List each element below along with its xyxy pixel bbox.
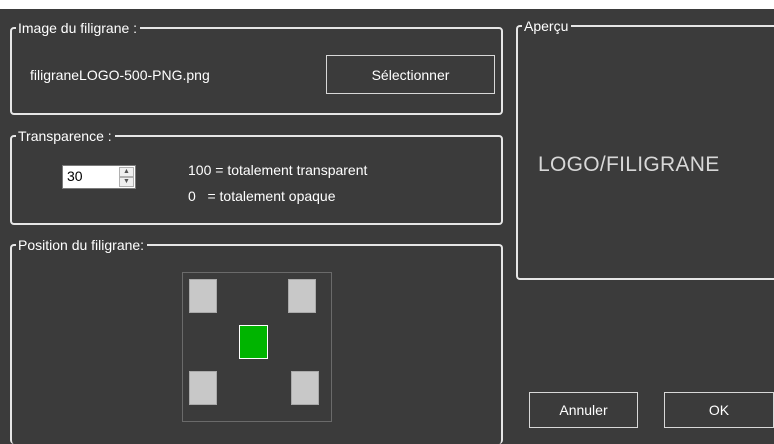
- transparency-help-line2: 0 = totalement opaque: [188, 188, 336, 204]
- position-group-title: Position du filigrane:: [16, 236, 148, 254]
- transparency-group-title: Transparence :: [16, 127, 115, 145]
- spin-up-icon[interactable]: ▲: [119, 167, 134, 177]
- position-grid: [182, 272, 332, 422]
- transparency-help-line1: 100 = totalement transparent: [188, 162, 368, 178]
- spin-buttons: ▲ ▼: [119, 167, 134, 187]
- ok-button[interactable]: OK: [664, 392, 774, 428]
- watermark-image-group-title: Image du filigrane :: [16, 19, 141, 37]
- transparency-group: Transparence : 30 ▲ ▼ 100 = totalement t…: [10, 127, 503, 225]
- preview-logo-text: LOGO/FILIGRANE: [538, 153, 720, 176]
- select-file-button[interactable]: Sélectionner: [326, 55, 495, 94]
- watermark-filename: filigraneLOGO-500-PNG.png: [30, 67, 210, 83]
- position-top-left[interactable]: [189, 279, 217, 313]
- spin-down-icon[interactable]: ▼: [119, 177, 134, 187]
- position-top-right[interactable]: [288, 279, 316, 313]
- watermark-image-group: Image du filigrane : filigraneLOGO-500-P…: [10, 19, 503, 115]
- preview-group: Aperçu LOGO/FILIGRANE: [516, 17, 774, 280]
- position-bottom-left[interactable]: [189, 371, 217, 405]
- position-center[interactable]: [239, 325, 268, 359]
- transparency-value[interactable]: 30: [67, 167, 83, 185]
- cancel-button[interactable]: Annuler: [529, 392, 638, 428]
- position-bottom-right[interactable]: [291, 371, 319, 405]
- transparency-spinbox[interactable]: 30 ▲ ▼: [62, 165, 136, 189]
- top-band: [0, 0, 774, 9]
- position-group: Position du filigrane:: [10, 236, 503, 444]
- preview-group-title: Aperçu: [522, 17, 572, 35]
